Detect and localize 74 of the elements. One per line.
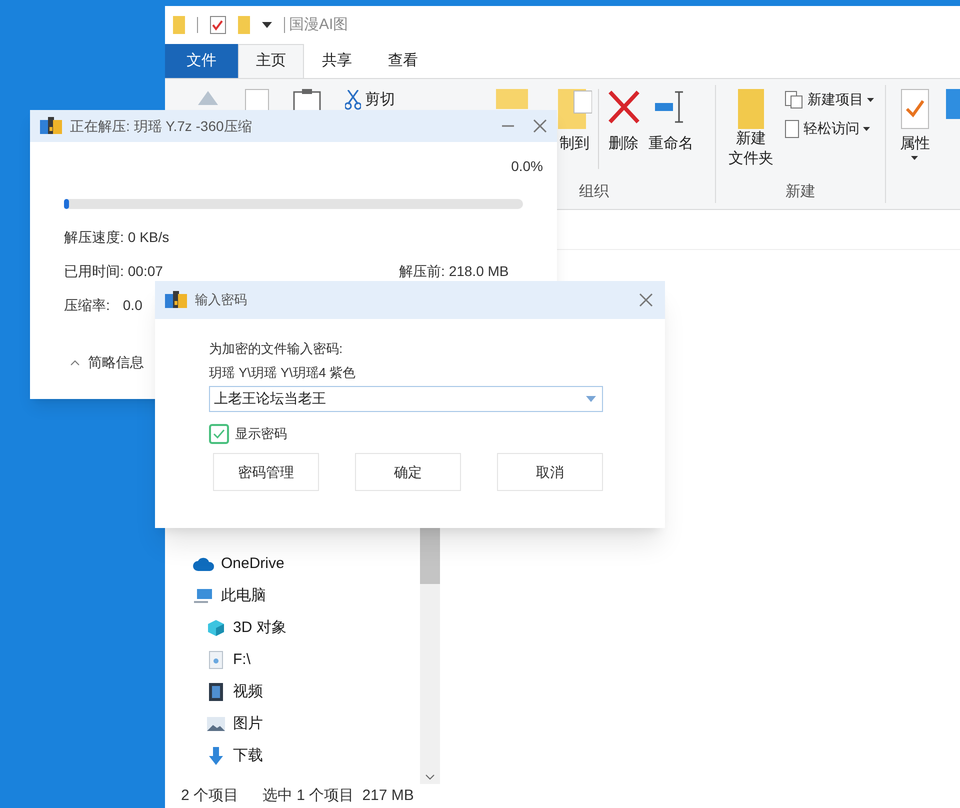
x-icon	[606, 89, 641, 125]
ribbon-tab[interactable]: 查看	[370, 44, 436, 78]
stat-value: 0 KB/s	[128, 228, 170, 247]
cube-icon	[207, 619, 225, 637]
file-tab[interactable]: 文件	[165, 44, 238, 78]
film-icon	[209, 683, 223, 701]
image-icon	[207, 717, 225, 731]
close-icon[interactable]	[639, 293, 653, 307]
folder-icon	[173, 16, 185, 34]
dialog-title: 输入密码	[195, 291, 248, 310]
password-field[interactable]: 上老王论坛当老王	[209, 386, 603, 412]
dialog-button[interactable]: 密码管理	[213, 453, 319, 491]
close-icon[interactable]	[533, 119, 547, 133]
archive-icon	[40, 117, 62, 135]
nav-item[interactable]: 视频	[205, 676, 420, 708]
stat-label: 解压速度:	[64, 228, 124, 247]
folder-icon	[238, 16, 250, 34]
show-password-checkbox[interactable]: 显示密码	[209, 424, 287, 444]
nav-item[interactable]: F:\	[205, 644, 420, 676]
dialog-button[interactable]: 确定	[355, 453, 461, 491]
rename-button[interactable]: 重命名	[648, 89, 694, 180]
nav-item[interactable]: 图片	[205, 708, 420, 740]
stat-value: 218.0 MB	[448, 262, 509, 281]
file-path: 玥瑶 Y\玥瑶 Y\玥瑶4 紫色	[209, 364, 357, 382]
prompt-text: 为加密的文件输入密码:	[209, 340, 344, 358]
folder-icon	[738, 89, 764, 129]
drive-icon	[209, 651, 223, 669]
archive-icon	[165, 291, 187, 309]
nav-item[interactable]: OneDrive	[193, 548, 420, 580]
folder-copy-icon	[558, 89, 592, 129]
nav-item[interactable]: 此电脑	[193, 580, 420, 612]
status-text: 217 MB	[362, 786, 414, 806]
percent-text: 0.0%	[511, 157, 543, 176]
panel-icon	[946, 89, 960, 119]
ribbon-tab[interactable]: 主页	[238, 44, 304, 78]
page-icon	[785, 120, 800, 138]
nav-item[interactable]: 下载	[205, 740, 420, 772]
download-arrow-icon	[209, 747, 223, 765]
properties-button[interactable]: 属性	[900, 89, 930, 209]
nav-item[interactable]: 3D 对象	[205, 612, 420, 644]
stat-value: 00:07	[128, 262, 163, 281]
caret-icon	[867, 98, 874, 102]
copy-to-button[interactable]: 制到	[558, 89, 592, 180]
caret-icon	[863, 126, 870, 130]
window-title: 国漫AI图	[289, 14, 348, 35]
chevron-up-icon	[70, 360, 80, 366]
new-item-button[interactable]: 新建项目	[785, 89, 874, 110]
checked-page-icon	[900, 89, 929, 129]
ribbon-tab[interactable]: 共享	[304, 44, 370, 78]
group-label: 组织	[579, 182, 610, 202]
new-item-icon	[785, 90, 804, 108]
scissors-icon	[345, 90, 361, 110]
chevron-down-icon	[425, 774, 435, 780]
checklist-icon	[210, 16, 226, 34]
stat-label: 已用时间:	[64, 262, 124, 281]
easy-access-button[interactable]: 轻松访问	[785, 118, 874, 139]
stat-value: 0.0	[122, 296, 142, 315]
computer-icon	[194, 588, 214, 604]
window-title: 正在解压: 玥瑶 Y.7z -360压缩	[70, 116, 253, 136]
dialog-button[interactable]: 取消	[497, 453, 603, 491]
delete-button[interactable]: 删除	[606, 89, 641, 180]
new-folder-button[interactable]: 新建 文件夹	[728, 89, 774, 180]
cloud-icon	[193, 557, 215, 571]
cut-button[interactable]: 剪切	[365, 89, 395, 112]
folder-icon	[496, 89, 528, 109]
stat-label: 压缩率:	[64, 296, 110, 315]
stat-label: 解压前:	[398, 262, 445, 281]
dropdown-icon[interactable]	[262, 22, 272, 28]
group-label: 新建	[786, 182, 816, 202]
status-text: 选中 1 个项目	[262, 786, 354, 806]
caret-icon	[911, 156, 918, 160]
details-toggle[interactable]: 简略信息	[70, 352, 144, 373]
checkmark-icon	[213, 429, 225, 439]
status-text: 2 个项目	[181, 786, 239, 806]
